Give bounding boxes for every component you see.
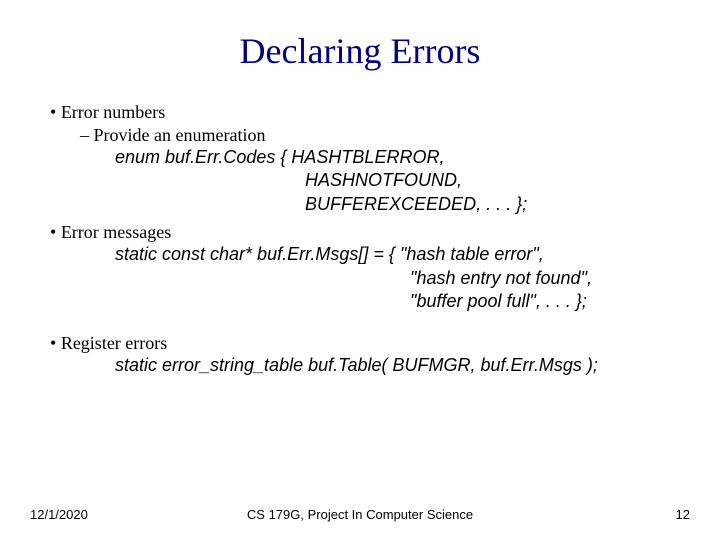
code-register: static error_string_table buf.Table( BUF… xyxy=(115,354,690,377)
bullet-provide-enum: Provide an enumeration xyxy=(80,125,690,146)
bullet-register-errors: Register errors xyxy=(50,333,690,354)
footer-page: 12 xyxy=(590,507,690,522)
footer: 12/1/2020 CS 179G, Project In Computer S… xyxy=(30,507,690,522)
slide-title: Declaring Errors xyxy=(30,30,690,72)
footer-date: 12/1/2020 xyxy=(30,507,130,522)
slide-container: Declaring Errors Error numbers Provide a… xyxy=(0,0,720,540)
bullet-error-messages: Error messages xyxy=(50,222,690,243)
footer-course: CS 179G, Project In Computer Science xyxy=(130,507,590,522)
code-msgs: static const char* buf.Err.Msgs[] = { "h… xyxy=(115,243,690,313)
code-enum: enum buf.Err.Codes { HASHTBLERROR, HASHN… xyxy=(115,146,690,216)
spacer xyxy=(30,313,690,327)
bullet-error-numbers: Error numbers xyxy=(50,102,690,123)
